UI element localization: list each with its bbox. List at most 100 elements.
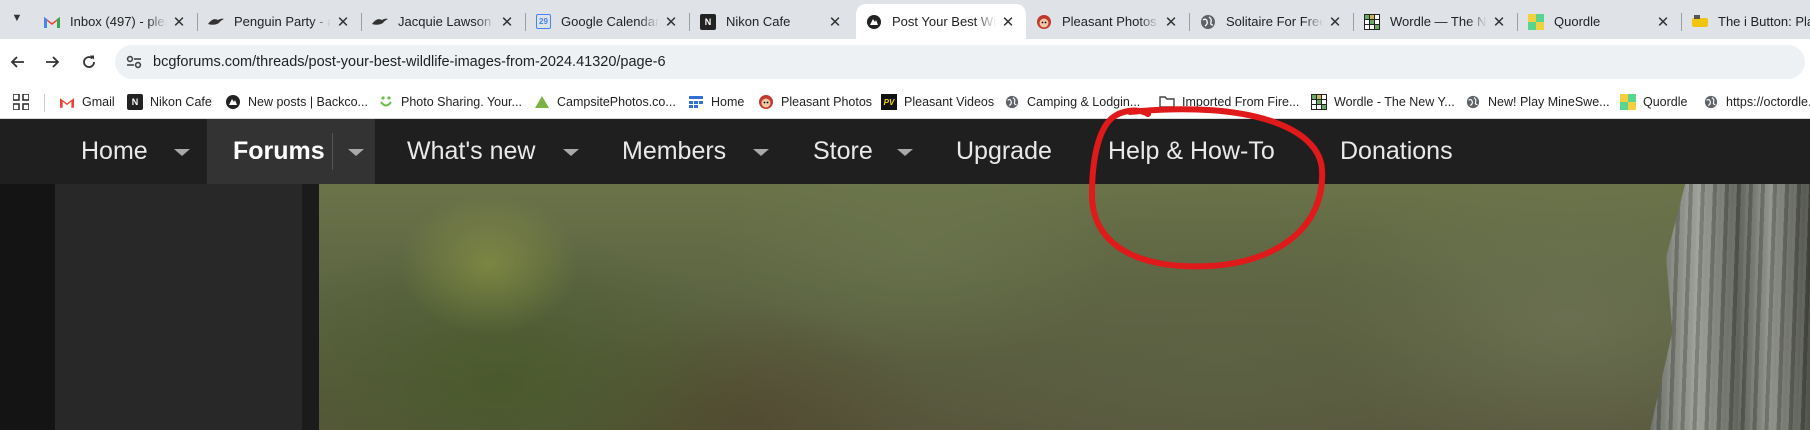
forums-menu-caret-icon[interactable] bbox=[348, 149, 364, 156]
browser-tab-strip: ▼ Inbox (497) - plea ✕ Penguin Party - a… bbox=[0, 0, 1810, 39]
tab-jacquie-lawson[interactable]: Jacquie Lawson C ✕ bbox=[362, 4, 525, 39]
bookmark-quordle[interactable]: Quordle bbox=[1620, 93, 1687, 111]
bookmark-gmail[interactable]: Gmail bbox=[59, 93, 115, 111]
bookmark-pleasant-photos[interactable]: Pleasant Photos bbox=[758, 93, 872, 111]
browser-toolbar: bcgforums.com/threads/post-your-best-wil… bbox=[0, 39, 1810, 85]
tab-search-chevron-icon[interactable]: ▼ bbox=[6, 7, 28, 29]
forward-arrow-icon[interactable] bbox=[40, 50, 64, 74]
bookmark-label: Pleasant Photos bbox=[781, 95, 873, 109]
tab-title: Google Calendar bbox=[561, 14, 659, 29]
tab-pleasant-photos[interactable]: Pleasant Photos ✕ bbox=[1026, 4, 1189, 39]
wordle-icon bbox=[1311, 94, 1327, 110]
pleasant-photos-icon bbox=[758, 94, 774, 110]
tab-nikon-cafe[interactable]: N Nikon Cafe ✕ bbox=[690, 4, 853, 39]
tab-title: Post Your Best Wi bbox=[892, 14, 996, 29]
close-tab-icon[interactable]: ✕ bbox=[827, 13, 843, 31]
bookmark-pleasant-videos[interactable]: PV Pleasant Videos bbox=[881, 93, 994, 111]
nav-store[interactable]: Store bbox=[813, 119, 873, 184]
tab-i-button[interactable]: The i Button: Play bbox=[1682, 4, 1810, 39]
bookmarks-divider bbox=[44, 94, 45, 112]
bookmark-backcountry[interactable]: New posts | Backco... bbox=[225, 93, 368, 111]
bookmark-label: Quordle bbox=[1643, 95, 1688, 109]
nav-label: Members bbox=[622, 137, 727, 165]
apps-grid-icon[interactable] bbox=[13, 94, 29, 110]
close-tab-icon[interactable]: ✕ bbox=[1655, 13, 1671, 31]
site-navigation-bar: Home Forums What's new Members Store Upg… bbox=[0, 119, 1810, 184]
globe-icon bbox=[1004, 94, 1020, 110]
tab-google-calendar[interactable]: 29 Google Calendar ✕ bbox=[526, 4, 689, 39]
nav-home[interactable]: Home bbox=[81, 119, 148, 184]
nav-label: Home bbox=[81, 137, 148, 165]
tab-title: Nikon Cafe bbox=[726, 14, 791, 29]
bookmark-label: Photo Sharing. Your... bbox=[401, 95, 522, 109]
bookmark-label: New posts | Backco... bbox=[248, 95, 368, 109]
tab-gmail[interactable]: Inbox (497) - plea ✕ bbox=[34, 4, 197, 39]
site-info-tune-icon[interactable] bbox=[124, 52, 144, 72]
address-bar[interactable]: bcgforums.com/threads/post-your-best-wil… bbox=[115, 45, 1805, 79]
bookmark-label: Imported From Fire... bbox=[1182, 95, 1300, 109]
bookmark-nikon-cafe[interactable]: N Nikon Cafe bbox=[127, 93, 212, 111]
close-tab-icon[interactable]: ✕ bbox=[1327, 13, 1343, 31]
bookmark-label: New! Play MineSwe... bbox=[1488, 95, 1610, 109]
tab-title: Pleasant Photos bbox=[1062, 14, 1157, 29]
bookmark-photo-sharing[interactable]: Photo Sharing. Your... bbox=[378, 93, 522, 111]
jacquie-lawson-bird-icon bbox=[372, 14, 388, 30]
nav-upgrade[interactable]: Upgrade bbox=[956, 119, 1052, 184]
bookmark-wordle[interactable]: Wordle - The New Y... bbox=[1311, 93, 1455, 111]
tab-title: The i Button: Play bbox=[1718, 14, 1810, 29]
nav-label: Upgrade bbox=[956, 137, 1052, 165]
bookmark-folder-imported[interactable]: Imported From Fire... bbox=[1159, 93, 1299, 111]
pleasant-photos-icon bbox=[1036, 14, 1052, 30]
nav-members[interactable]: Members bbox=[622, 119, 726, 184]
members-menu-caret-icon[interactable] bbox=[753, 149, 769, 156]
reload-icon[interactable] bbox=[77, 50, 101, 74]
nav-donations[interactable]: Donations bbox=[1340, 119, 1453, 184]
tab-wordle[interactable]: Wordle — The Ne ✕ bbox=[1354, 4, 1517, 39]
google-calendar-icon: 29 bbox=[536, 14, 551, 29]
home-grid-icon bbox=[688, 94, 704, 110]
tree-trunk bbox=[1650, 184, 1810, 430]
page-gutter bbox=[302, 184, 319, 430]
bookmarks-bar: Gmail N Nikon Cafe New posts | Backco...… bbox=[0, 85, 1810, 119]
close-tab-icon[interactable]: ✕ bbox=[171, 13, 187, 31]
tab-solitaire[interactable]: Solitaire For Free ✕ bbox=[1190, 4, 1353, 39]
globe-icon bbox=[1200, 14, 1216, 30]
close-tab-icon[interactable]: ✕ bbox=[1000, 13, 1016, 31]
bookmark-octordle[interactable]: https://octordle... bbox=[1703, 93, 1810, 111]
close-tab-icon[interactable]: ✕ bbox=[1491, 13, 1507, 31]
bookmark-label: Gmail bbox=[82, 95, 115, 109]
close-tab-icon[interactable]: ✕ bbox=[1163, 13, 1179, 31]
nikon-cafe-icon: N bbox=[127, 94, 143, 110]
forums-caret-divider bbox=[332, 133, 333, 170]
page-sidebar bbox=[55, 184, 302, 430]
back-arrow-icon[interactable] bbox=[6, 50, 30, 74]
tab-title: Penguin Party - a bbox=[234, 14, 331, 29]
close-tab-icon[interactable]: ✕ bbox=[663, 13, 679, 31]
bookmark-home[interactable]: Home bbox=[688, 93, 744, 111]
gmail-icon bbox=[44, 14, 60, 30]
close-tab-icon[interactable]: ✕ bbox=[499, 13, 515, 31]
close-tab-icon[interactable]: ✕ bbox=[335, 13, 351, 31]
nav-whats-new[interactable]: What's new bbox=[407, 119, 535, 184]
bookmark-campsitephotos[interactable]: CampsitePhotos.co... bbox=[534, 93, 676, 111]
home-menu-caret-icon[interactable] bbox=[174, 149, 190, 156]
whats-new-menu-caret-icon[interactable] bbox=[563, 149, 579, 156]
tab-title: Jacquie Lawson C bbox=[398, 14, 495, 29]
bookmark-label: Home bbox=[711, 95, 745, 109]
bookmark-minesweeper[interactable]: New! Play MineSwe... bbox=[1465, 93, 1610, 111]
bcg-forums-icon bbox=[225, 94, 241, 110]
quordle-icon bbox=[1528, 13, 1544, 30]
nikon-cafe-icon: N bbox=[700, 13, 716, 30]
jacquie-lawson-bird-icon bbox=[208, 14, 224, 30]
nav-label: Help & How-To bbox=[1108, 137, 1275, 165]
bcg-forums-icon bbox=[866, 14, 882, 30]
quordle-icon bbox=[1620, 94, 1636, 110]
tab-quordle[interactable]: Quordle ✕ bbox=[1518, 4, 1681, 39]
page-left-margin bbox=[0, 184, 55, 430]
bookmark-camping-lodging[interactable]: Camping & Lodgin... bbox=[1004, 93, 1140, 111]
store-menu-caret-icon[interactable] bbox=[897, 149, 913, 156]
tab-penguin-party[interactable]: Penguin Party - a ✕ bbox=[198, 4, 361, 39]
smugmug-icon bbox=[378, 94, 394, 110]
nav-help-how-to[interactable]: Help & How-To bbox=[1108, 119, 1275, 184]
tab-post-your-best-wildlife[interactable]: Post Your Best Wi ✕ bbox=[856, 4, 1026, 39]
